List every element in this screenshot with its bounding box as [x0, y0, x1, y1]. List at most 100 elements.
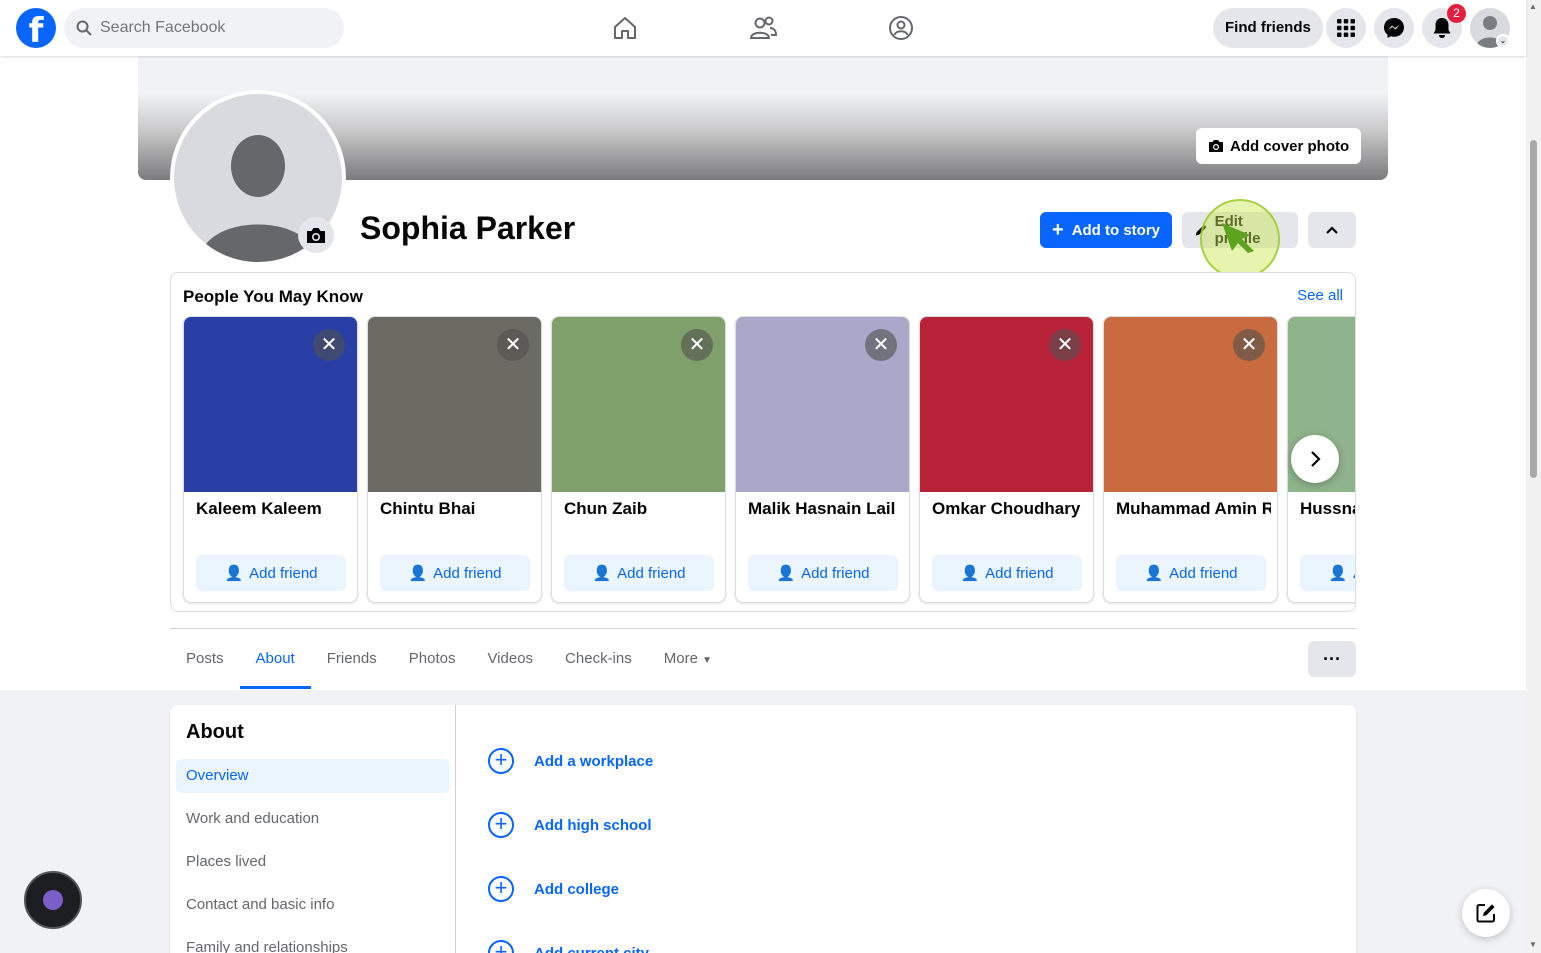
search-input[interactable] — [100, 19, 320, 37]
suggestion-photo[interactable]: ✕ — [1104, 317, 1277, 492]
tab-videos[interactable]: Videos — [471, 632, 549, 688]
add-friend-icon: 👤 — [1144, 565, 1164, 582]
suggestion-cards: ✕ Kaleem Kaleem 👤 Add friend ✕ Chintu Bha… — [183, 316, 1355, 603]
update-profile-picture-button[interactable] — [298, 217, 334, 253]
close-icon[interactable]: ✕ — [497, 329, 529, 361]
close-icon[interactable]: ✕ — [865, 329, 897, 361]
about-sidebar: About Overview Work and education Places… — [170, 705, 456, 953]
tab-more[interactable]: More ▼ — [648, 632, 728, 688]
tab-about[interactable]: About — [239, 632, 311, 689]
add-workplace-link[interactable]: + Add a workplace — [488, 748, 653, 774]
notifications-button[interactable]: 2 — [1422, 4, 1466, 48]
add-high-school-label: Add high school — [534, 816, 652, 834]
plus-circle-icon: + — [488, 876, 514, 902]
edit-profile-button[interactable]: Edit profile — [1182, 212, 1298, 248]
add-high-school-link[interactable]: + Add high school — [488, 812, 652, 838]
add-current-city-label: Add current city — [534, 944, 650, 953]
more-options-button[interactable]: ··· — [1308, 641, 1356, 677]
scrollbar-thumb[interactable] — [1530, 140, 1537, 478]
suggestion-card[interactable]: ✕ Kaleem Kaleem 👤 Add friend — [183, 316, 358, 603]
suggestion-name[interactable]: Kaleem Kaleem — [196, 499, 351, 519]
camera-icon — [1209, 140, 1223, 152]
suggestion-name[interactable]: Malik Hasnain Lail — [748, 499, 903, 519]
scroll-next-button[interactable] — [1291, 435, 1339, 483]
tab-friends[interactable]: Friends — [311, 632, 393, 688]
add-cover-photo-button[interactable]: Add cover photo — [1196, 128, 1362, 164]
scroll-up-arrow-icon[interactable]: ▲ — [1529, 2, 1537, 11]
add-friend-button[interactable]: 👤 Add friend — [932, 555, 1082, 591]
collapse-header-button[interactable] — [1308, 212, 1356, 248]
add-friend-label: Add friend — [249, 564, 318, 582]
friends-nav-button[interactable] — [743, 8, 783, 48]
add-college-link[interactable]: + Add college — [488, 876, 619, 902]
add-friend-icon: 👤 — [592, 565, 612, 582]
about-menu-places-lived[interactable]: Places lived — [176, 845, 450, 879]
add-friend-button[interactable]: 👤 Add friend — [196, 555, 346, 591]
tab-posts[interactable]: Posts — [170, 632, 240, 688]
suggestion-card[interactable]: ✕ Muhammad Amin R 👤 Add friend — [1103, 316, 1278, 603]
plus-circle-icon: + — [488, 812, 514, 838]
add-current-city-link[interactable]: + Add current city — [488, 940, 649, 953]
add-college-label: Add college — [534, 880, 620, 898]
plus-circle-icon: + — [488, 940, 514, 953]
suggestion-name[interactable]: Muhammad Amin R — [1116, 499, 1271, 519]
search-icon — [76, 20, 92, 36]
friends-icon — [749, 16, 777, 39]
suggestion-name[interactable]: Omkar Choudhary — [932, 499, 1087, 519]
account-chevron-down-icon[interactable]: ⌄ — [1496, 34, 1510, 48]
scroll-down-arrow-icon[interactable]: ▼ — [1529, 940, 1537, 949]
caret-down-icon: ▼ — [702, 655, 712, 666]
suggestion-card[interactable]: ✕ Malik Hasnain Lail 👤 Add friend — [735, 316, 910, 603]
find-friends-button[interactable]: Find friends — [1213, 8, 1323, 48]
about-menu-overview[interactable]: Overview — [176, 759, 450, 793]
about-menu-family-relationships[interactable]: Family and relationships — [176, 931, 450, 953]
add-friend-button[interactable]: 👤 Add friend — [748, 555, 898, 591]
suggestion-photo[interactable]: ✕ — [552, 317, 725, 492]
close-icon[interactable]: ✕ — [313, 329, 345, 361]
messenger-button[interactable] — [1374, 8, 1414, 48]
tab-check-ins[interactable]: Check-ins — [549, 632, 648, 688]
new-message-button[interactable] — [1462, 889, 1510, 937]
close-icon[interactable]: ✕ — [681, 329, 713, 361]
add-friend-icon: 👤 — [1328, 565, 1348, 582]
profile-name: Sophia Parker — [360, 210, 576, 246]
floating-assistant-button[interactable] — [24, 871, 82, 929]
about-menu-work-education[interactable]: Work and education — [176, 802, 450, 836]
chevron-up-icon — [1326, 226, 1338, 234]
suggestion-photo[interactable]: ✕ — [920, 317, 1093, 492]
suggestion-photo[interactable]: ✕ — [184, 317, 357, 492]
page-scrollbar[interactable]: ▲ ▼ — [1526, 0, 1541, 953]
add-to-story-label: Add to story — [1071, 221, 1161, 239]
suggestion-name[interactable]: Hussnain — [1300, 499, 1355, 519]
groups-nav-button[interactable] — [881, 8, 921, 48]
add-to-story-button[interactable]: + Add to story — [1040, 212, 1173, 248]
top-navigation-bar: f Find friends 2 ⌄ — [0, 0, 1526, 56]
suggestion-name[interactable]: Chun Zaib — [564, 499, 719, 519]
add-friend-button[interactable]: 👤 Add friend — [564, 555, 714, 591]
suggestion-card[interactable]: ✕ Chintu Bhai 👤 Add friend — [367, 316, 542, 603]
see-all-link[interactable]: See all — [1297, 287, 1343, 304]
menu-button[interactable] — [1326, 8, 1366, 48]
suggestion-name[interactable]: Chintu Bhai — [380, 499, 535, 519]
messenger-icon — [1384, 18, 1404, 38]
about-section: About Overview Work and education Places… — [170, 705, 1356, 953]
close-icon[interactable]: ✕ — [1233, 329, 1265, 361]
home-nav-button[interactable] — [605, 8, 645, 48]
groups-icon — [889, 16, 913, 40]
close-icon[interactable]: ✕ — [1049, 329, 1081, 361]
search-box[interactable] — [64, 8, 344, 48]
suggestion-card[interactable]: ✕ Chun Zaib 👤 Add friend — [551, 316, 726, 603]
suggestion-photo[interactable]: ✕ — [736, 317, 909, 492]
add-friend-icon: 👤 — [408, 565, 428, 582]
tab-photos[interactable]: Photos — [393, 632, 472, 688]
add-friend-button[interactable]: 👤 Add friend — [380, 555, 530, 591]
add-friend-button[interactable]: 👤 Add friend — [1300, 555, 1355, 591]
add-friend-button[interactable]: 👤 Add friend — [1116, 555, 1266, 591]
suggestion-card[interactable]: ✕ Omkar Choudhary 👤 Add friend — [919, 316, 1094, 603]
about-title: About — [186, 721, 244, 743]
suggestion-photo[interactable]: ✕ — [368, 317, 541, 492]
about-menu-contact-info[interactable]: Contact and basic info — [176, 888, 450, 922]
compose-icon — [1476, 904, 1495, 923]
facebook-logo[interactable]: f — [16, 8, 56, 48]
tabs-divider — [170, 628, 1356, 629]
